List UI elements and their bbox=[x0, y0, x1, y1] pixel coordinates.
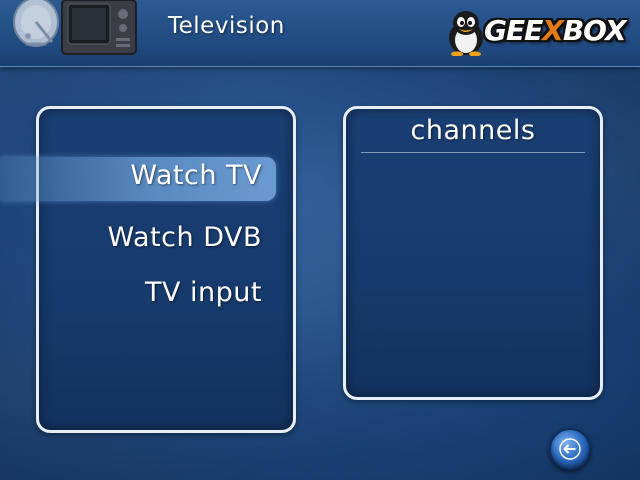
back-button[interactable] bbox=[549, 428, 591, 470]
channels-title: channels bbox=[410, 115, 536, 146]
tv-and-satellite-dish-icon bbox=[13, 0, 137, 55]
menu-item-watch-tv[interactable]: Watch TV bbox=[130, 160, 262, 191]
menu-item-watch-dvb[interactable]: Watch DVB bbox=[108, 222, 262, 253]
menu-item-tv-input[interactable]: TV input bbox=[145, 277, 262, 308]
page-title: Television bbox=[168, 13, 285, 39]
channels-panel bbox=[343, 106, 603, 400]
menu-panel bbox=[36, 106, 296, 433]
header-bar: Television GEEXBOX bbox=[0, 0, 640, 67]
arrow-left-icon bbox=[559, 438, 581, 460]
penguin-icon bbox=[449, 11, 483, 56]
geexbox-logo: GEEXBOX bbox=[444, 8, 628, 58]
logo-text: GEEXBOX bbox=[484, 14, 627, 47]
channels-divider bbox=[361, 152, 585, 153]
